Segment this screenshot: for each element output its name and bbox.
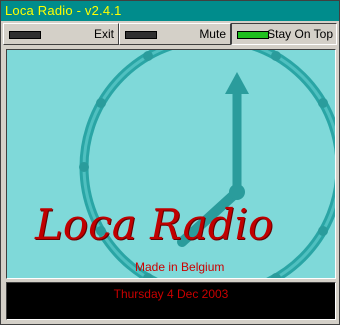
exit-button[interactable]: Exit (3, 23, 119, 45)
date-display: Thursday 4 Dec 2003 (113, 287, 229, 301)
app-logo: Loca Radio (35, 200, 274, 249)
mute-led-icon (125, 31, 157, 39)
app-window: Loca Radio - v2.4.1 Exit Mute Stay On To… (0, 0, 340, 325)
exit-led-icon (9, 31, 41, 39)
stay-on-top-button[interactable]: Stay On Top (231, 23, 337, 45)
mute-label: Mute (199, 27, 226, 41)
title-bar[interactable]: Loca Radio - v2.4.1 (1, 1, 339, 21)
mute-button[interactable]: Mute (119, 23, 231, 45)
stay-on-top-label: Stay On Top (267, 27, 333, 41)
display-panel: Loca Radio Made in Belgium (6, 49, 336, 279)
toolbar: Exit Mute Stay On Top (1, 23, 339, 47)
made-in-label: Made in Belgium (135, 260, 225, 274)
exit-label: Exit (93, 27, 114, 41)
stay-on-top-led-icon (237, 31, 269, 39)
status-bar: Thursday 4 Dec 2003 (6, 282, 336, 320)
window-title: Loca Radio - v2.4.1 (5, 3, 122, 18)
